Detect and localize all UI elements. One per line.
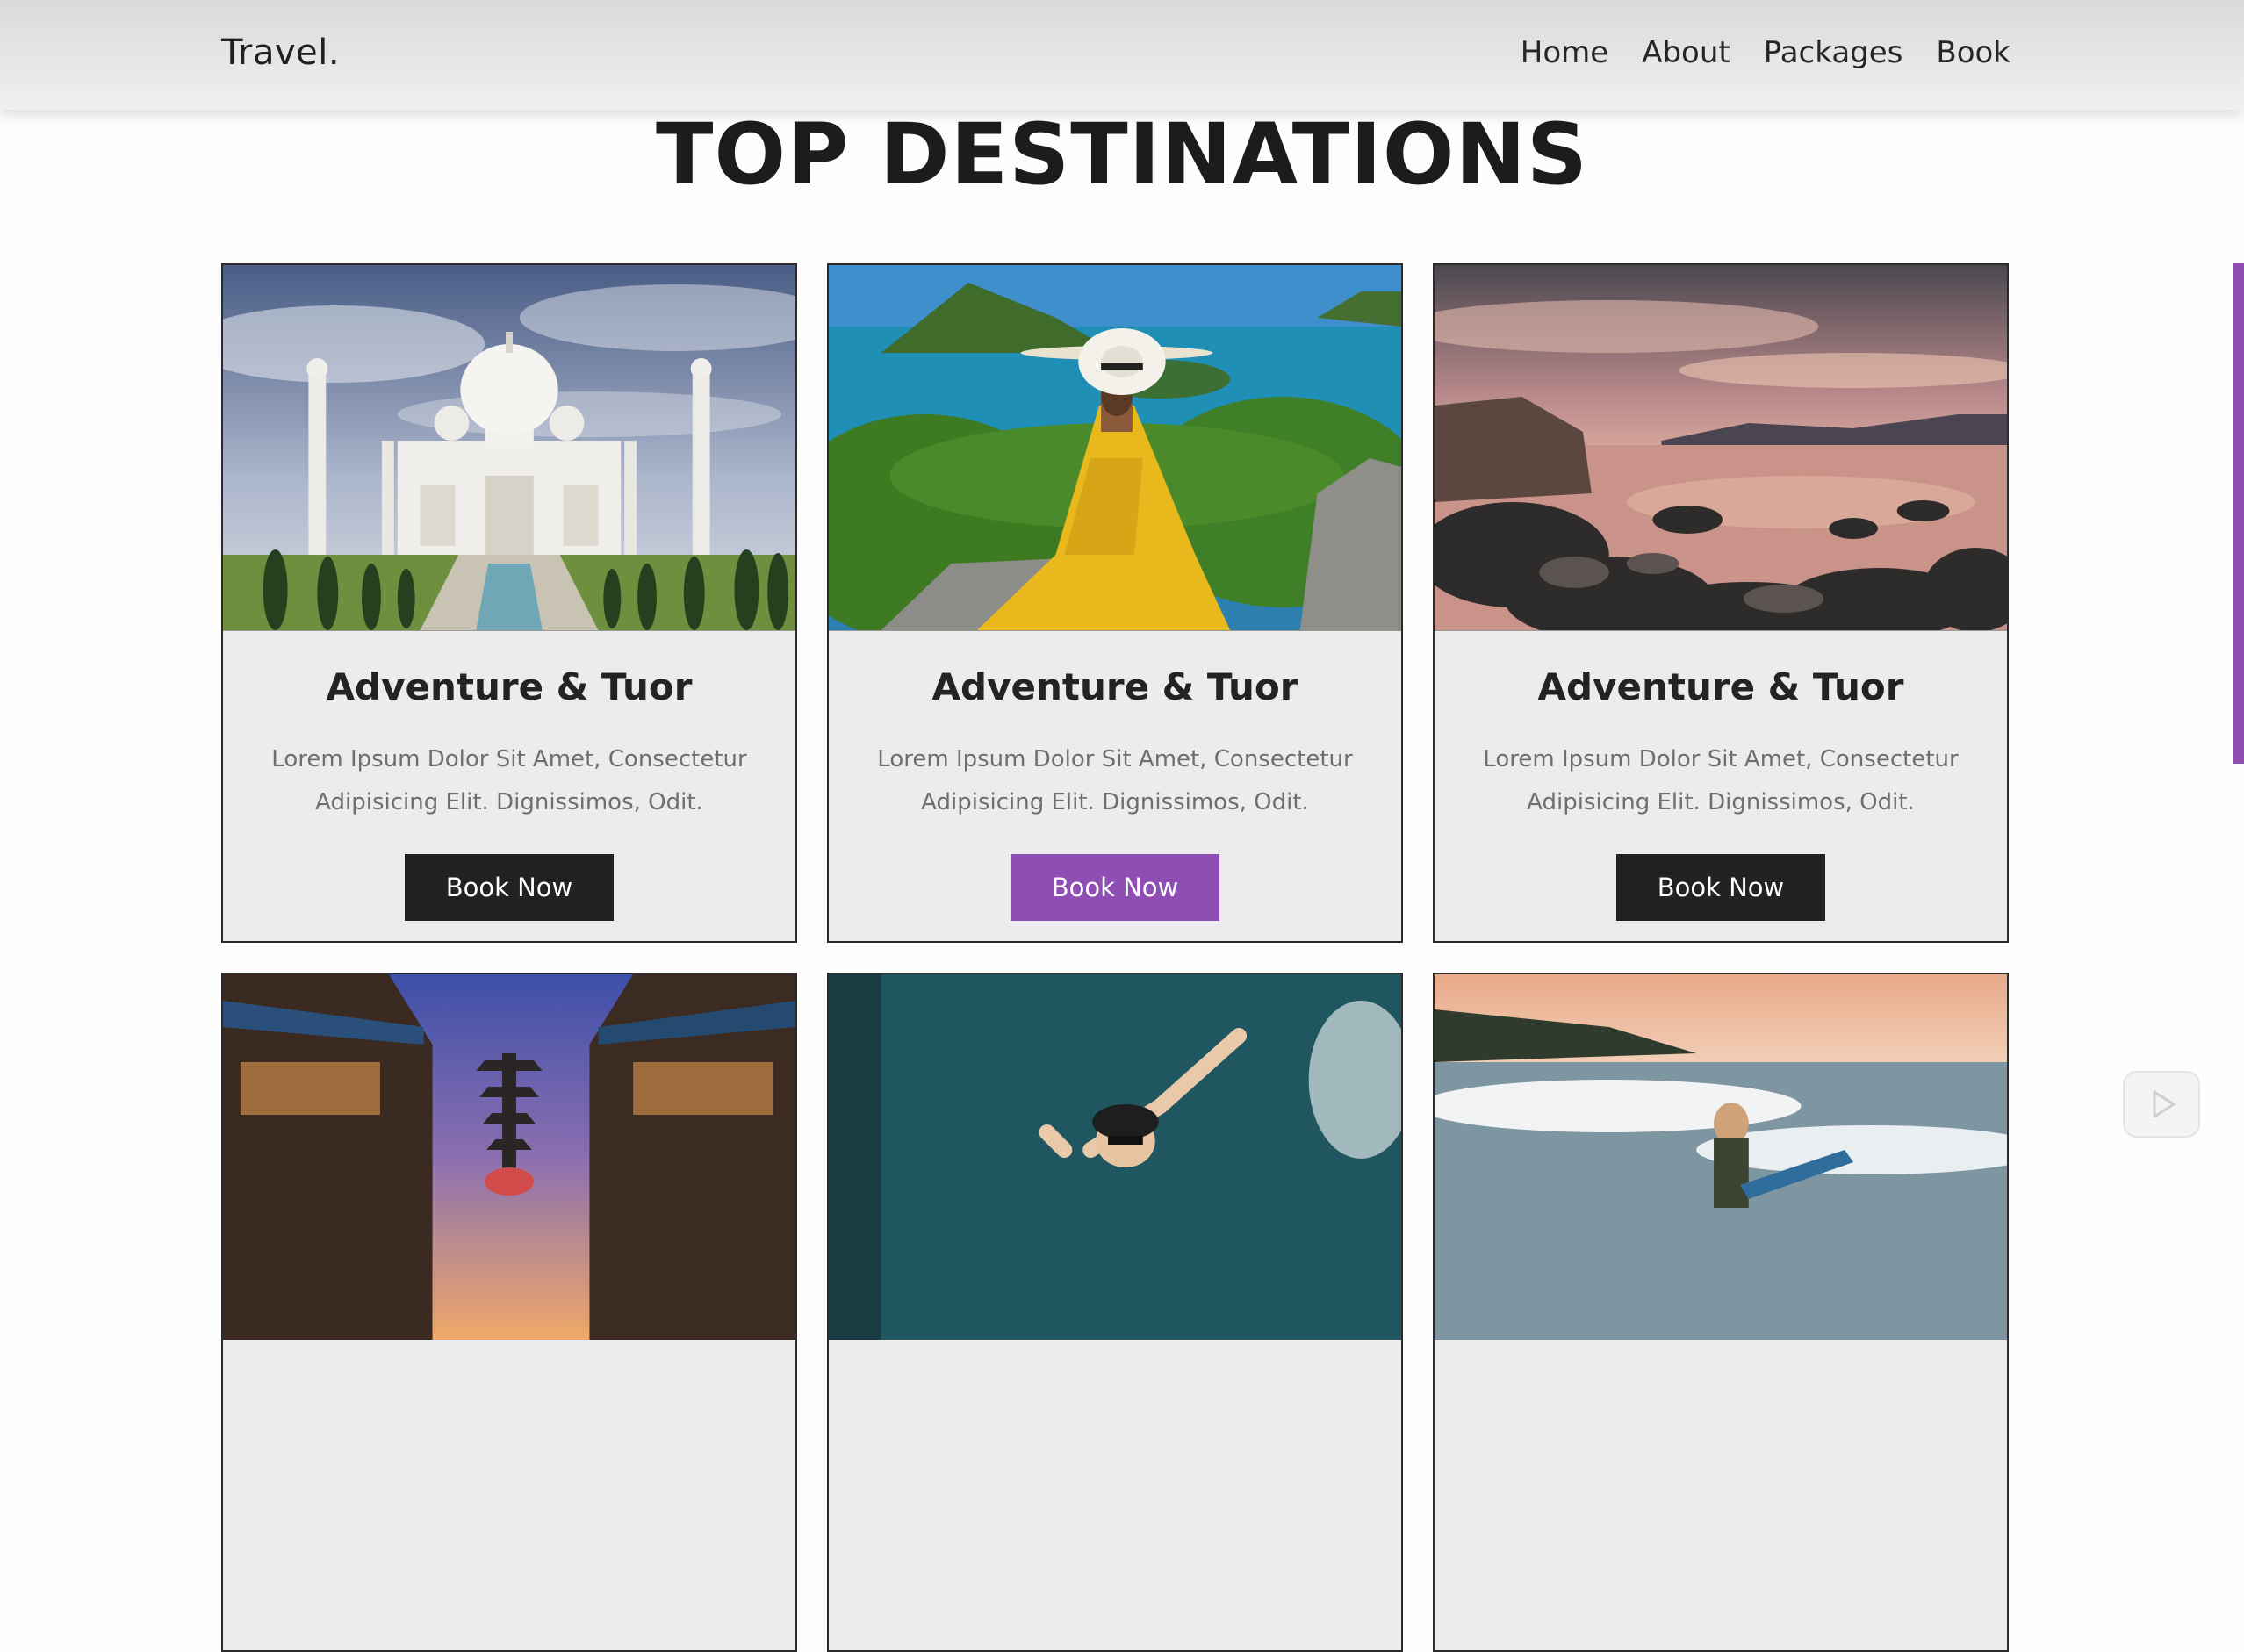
traveler-image	[829, 974, 1401, 1340]
scrollbar-thumb[interactable]	[2233, 263, 2244, 764]
nav-book[interactable]: Book	[1936, 30, 2010, 75]
play-icon[interactable]	[2123, 1071, 2200, 1138]
card-title: Adventure & Tuor	[931, 665, 1298, 708]
destinations-grid: Adventure & Tuor Lorem Ipsum Dolor Sit A…	[221, 263, 2009, 1652]
card-description: Lorem Ipsum Dolor Sit Amet, Consectetur …	[1483, 746, 1959, 815]
destination-card	[827, 973, 1403, 1652]
card-description: Lorem Ipsum Dolor Sit Amet, Consectetur …	[877, 746, 1353, 815]
nav-home[interactable]: Home	[1521, 30, 1608, 75]
surfer-image	[1435, 974, 2007, 1340]
nav-about[interactable]: About	[1642, 30, 1730, 75]
destination-card: Adventure & Tuor Lorem Ipsum Dolor Sit A…	[827, 263, 1403, 943]
book-now-button[interactable]: Book Now	[1011, 854, 1219, 921]
taj-mahal-image	[223, 265, 795, 631]
page-title: TOP DESTINATIONS	[656, 105, 1588, 204]
card-description: Lorem Ipsum Dolor Sit Amet, Consectetur …	[271, 746, 747, 815]
book-now-button[interactable]: Book Now	[1616, 854, 1825, 921]
card-title: Adventure & Tuor	[326, 665, 693, 708]
destination-card: Adventure & Tuor Lorem Ipsum Dolor Sit A…	[221, 263, 797, 943]
rocky-shore-image	[1435, 265, 2007, 631]
navbar: Travel. Home About Packages Book	[0, 0, 2244, 110]
card-title: Adventure & Tuor	[1537, 665, 1904, 708]
destination-card	[1433, 973, 2009, 1652]
book-now-button[interactable]: Book Now	[405, 854, 614, 921]
kyoto-street-image	[223, 974, 795, 1340]
island-woman-image	[829, 265, 1401, 631]
main-nav: Home About Packages Book	[1521, 30, 2010, 75]
logo[interactable]: Travel.	[221, 28, 340, 77]
nav-packages[interactable]: Packages	[1764, 30, 1903, 75]
destination-card	[221, 973, 797, 1652]
destination-card: Adventure & Tuor Lorem Ipsum Dolor Sit A…	[1433, 263, 2009, 943]
